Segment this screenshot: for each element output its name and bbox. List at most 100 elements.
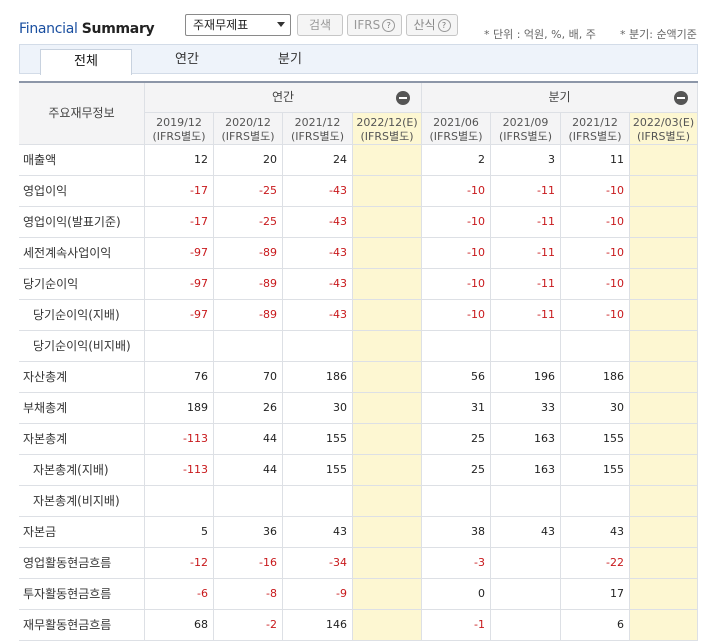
row-label: 영업활동현금흐름 xyxy=(19,548,145,579)
table-cell xyxy=(491,610,561,641)
table-cell: 76 xyxy=(145,362,214,393)
table-cell: -10 xyxy=(422,269,491,300)
table-cell xyxy=(353,300,422,331)
column-period: 2022/12(E) xyxy=(356,116,418,129)
row-label: 영업이익(발표기준) xyxy=(19,207,145,238)
table-cell: -113 xyxy=(145,455,214,486)
select-value: 주재무제표 xyxy=(193,18,249,32)
row-label: 자본금 xyxy=(19,517,145,548)
table-cell: 12 xyxy=(145,145,214,176)
table-cell xyxy=(422,331,491,362)
table-cell xyxy=(630,455,698,486)
column-header: 2019/12 (IFRS별도) xyxy=(145,113,214,145)
column-header: 2021/12 (IFRS별도) xyxy=(561,113,630,145)
formula-label: 산식 xyxy=(413,18,436,32)
row-label: 자산총계 xyxy=(19,362,145,393)
table-cell xyxy=(283,331,353,362)
table-cell: 0 xyxy=(422,579,491,610)
column-period: 2021/12 xyxy=(572,116,618,129)
table-cell xyxy=(353,176,422,207)
table-cell xyxy=(630,393,698,424)
table-cell: -17 xyxy=(145,207,214,238)
search-button[interactable]: 검색 xyxy=(297,14,343,36)
table-cell: -12 xyxy=(145,548,214,579)
column-basis: (IFRS별도) xyxy=(568,130,622,143)
column-period: 2022/03(E) xyxy=(632,116,695,129)
table-cell: 38 xyxy=(422,517,491,548)
table-cell: 146 xyxy=(283,610,353,641)
table-cell xyxy=(422,486,491,517)
table-cell xyxy=(630,362,698,393)
table-cell: -11 xyxy=(491,269,561,300)
table-cell: 43 xyxy=(561,517,630,548)
table-cell xyxy=(353,207,422,238)
help-icon[interactable]: ? xyxy=(437,19,451,32)
table-cell: -89 xyxy=(214,300,283,331)
row-label: 당기순이익(비지배) xyxy=(19,331,145,362)
table-cell: -10 xyxy=(422,207,491,238)
tab-quarterly[interactable]: 분기 xyxy=(250,45,330,73)
row-label: 자본총계(비지배) xyxy=(19,486,145,517)
financial-summary-table: 주요재무정보 연간 분기 2019/12 (IFRS별도) 2020/12 (IFRS… xyxy=(19,81,698,644)
table-cell xyxy=(214,486,283,517)
table-cell xyxy=(353,238,422,269)
table-cell: 155 xyxy=(561,424,630,455)
table-cell xyxy=(353,269,422,300)
statement-type-select[interactable]: 주재무제표 xyxy=(185,14,291,36)
column-header: 2021/12 (IFRS별도) xyxy=(283,113,353,145)
collapse-annual-icon[interactable] xyxy=(396,91,410,105)
top-bar: Financial Summary 주재무제표 검색 IFRS? 산식? * 단… xyxy=(0,0,706,44)
table-cell: 11 xyxy=(561,145,630,176)
column-period: 2021/12 xyxy=(294,116,341,129)
table-cell xyxy=(353,548,422,579)
table-cell: 31 xyxy=(422,393,491,424)
table-cell xyxy=(630,610,698,641)
row-label: 투자활동현금흐름 xyxy=(19,579,145,610)
table-cell: -6 xyxy=(145,579,214,610)
row-label: 영업이익 xyxy=(19,176,145,207)
period-tabs: 전체 연간 분기 xyxy=(19,44,698,75)
table-cell: -10 xyxy=(561,207,630,238)
table-cell xyxy=(630,486,698,517)
row-label: 매출액 xyxy=(19,145,145,176)
table-cell: -10 xyxy=(561,300,630,331)
table-cell: 189 xyxy=(145,393,214,424)
table-cell: 56 xyxy=(422,362,491,393)
annual-group-header: 연간 xyxy=(145,83,422,113)
table-cell: -1 xyxy=(422,610,491,641)
ifrs-button[interactable]: IFRS? xyxy=(347,14,402,36)
quarterly-group-label: 분기 xyxy=(548,90,571,104)
column-header: 2022/03(E) (IFRS별도) xyxy=(630,113,698,145)
table-cell: 26 xyxy=(214,393,283,424)
formula-button[interactable]: 산식? xyxy=(406,14,458,36)
help-icon[interactable]: ? xyxy=(382,19,396,32)
table-cell: 33 xyxy=(491,393,561,424)
tab-annual[interactable]: 연간 xyxy=(147,45,227,73)
column-header: 2021/09 (IFRS별도) xyxy=(491,113,561,145)
table-cell xyxy=(630,579,698,610)
table-cell: -97 xyxy=(145,238,214,269)
table-cell: 43 xyxy=(491,517,561,548)
table-cell xyxy=(561,331,630,362)
tab-all[interactable]: 전체 xyxy=(40,49,132,75)
row-label: 당기순이익(지배) xyxy=(19,300,145,331)
table-cell: 163 xyxy=(491,455,561,486)
table-cell xyxy=(630,176,698,207)
table-cell: 44 xyxy=(214,455,283,486)
column-basis: (IFRS별도) xyxy=(152,130,206,143)
section-title: Financial Summary xyxy=(19,21,155,37)
table-cell xyxy=(630,517,698,548)
table-cell: -2 xyxy=(214,610,283,641)
column-basis: (IFRS별도) xyxy=(498,130,553,143)
table-cell: -3 xyxy=(422,548,491,579)
table-cell xyxy=(491,548,561,579)
table-cell: -97 xyxy=(145,269,214,300)
table-cell: 43 xyxy=(283,517,353,548)
table-cell: -43 xyxy=(283,207,353,238)
table-cell: 186 xyxy=(561,362,630,393)
table-cell xyxy=(353,486,422,517)
corner-header: 주요재무정보 xyxy=(19,83,145,145)
table-cell xyxy=(630,207,698,238)
table-cell: -89 xyxy=(214,238,283,269)
collapse-quarterly-icon[interactable] xyxy=(674,91,688,105)
